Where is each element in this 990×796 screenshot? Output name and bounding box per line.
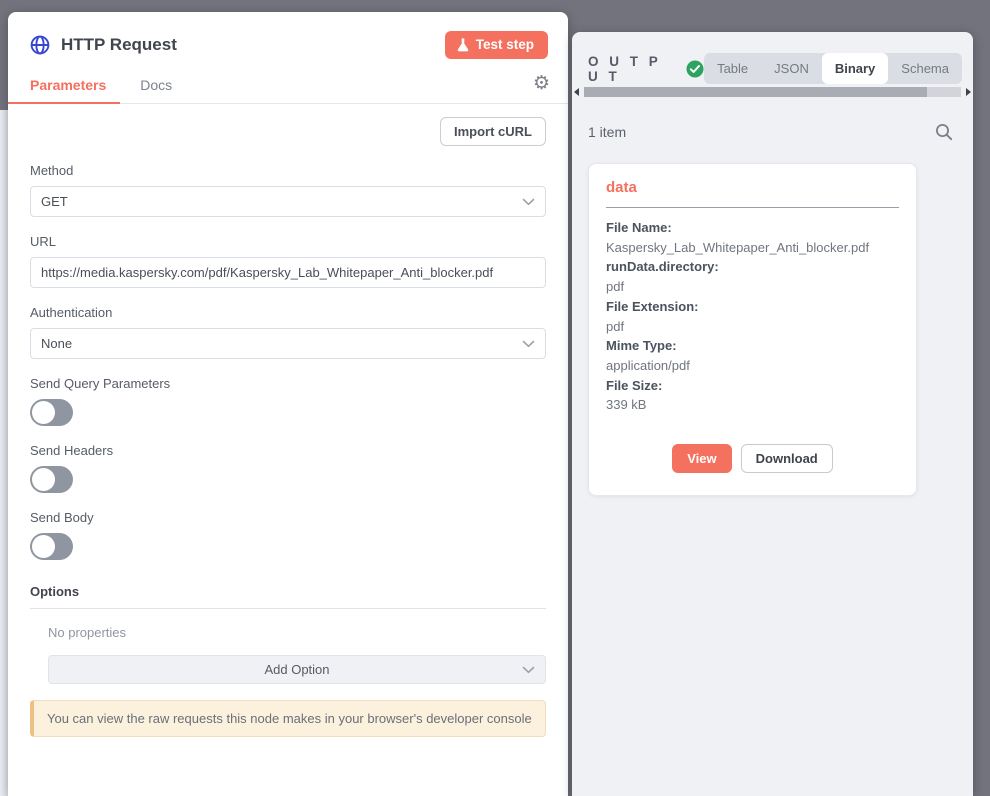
tab-parameters[interactable]: Parameters [30, 75, 106, 93]
test-step-button[interactable]: Test step [445, 31, 548, 59]
method-select[interactable]: GET [30, 186, 546, 217]
chevron-down-icon [522, 666, 535, 674]
send-headers-label: Send Headers [30, 443, 546, 458]
url-input[interactable] [30, 257, 546, 288]
items-count: 1 item [588, 124, 626, 140]
output-view-tabs: Table JSON Binary Schema [704, 53, 962, 84]
send-query-parameters-toggle[interactable] [30, 399, 73, 426]
toggle-knob [32, 535, 55, 558]
send-body-toggle[interactable] [30, 533, 73, 560]
view-button[interactable]: View [672, 444, 731, 473]
active-tab-underline [8, 102, 120, 104]
chevron-down-icon [522, 340, 535, 348]
node-settings-panel: HTTP Request Test step Parameters Docs ⚙… [8, 12, 568, 796]
node-header: HTTP Request Test step Parameters Docs ⚙ [8, 12, 568, 104]
method-label: Method [30, 163, 546, 178]
divider [606, 207, 899, 208]
input-panel-edge [0, 110, 8, 796]
tab-json[interactable]: JSON [761, 53, 822, 84]
no-properties-text: No properties [48, 625, 546, 640]
file-name-label: File Name: [606, 218, 899, 238]
options-heading: Options [30, 584, 546, 609]
search-icon[interactable] [935, 123, 953, 141]
authentication-value: None [41, 336, 72, 351]
send-body-label: Send Body [30, 510, 546, 525]
output-panel: O U T P U T Table JSON Binary Schema 1 i… [572, 32, 973, 796]
tab-schema[interactable]: Schema [888, 53, 962, 84]
scroll-right-arrow-icon[interactable] [966, 88, 971, 96]
method-value: GET [41, 194, 68, 209]
flask-icon [457, 38, 469, 52]
node-tabs: Parameters Docs ⚙ [8, 75, 568, 104]
scrollbar-thumb[interactable] [584, 87, 927, 97]
tab-binary[interactable]: Binary [822, 53, 888, 84]
rundata-directory-label: runData.directory: [606, 257, 899, 277]
file-name-value: Kaspersky_Lab_Whitepaper_Anti_blocker.pd… [606, 238, 899, 258]
authentication-label: Authentication [30, 305, 546, 320]
rundata-directory-value: pdf [606, 277, 899, 297]
toggle-knob [32, 401, 55, 424]
success-check-icon [686, 60, 704, 78]
tab-docs[interactable]: Docs [140, 75, 172, 93]
tab-table[interactable]: Table [704, 53, 761, 84]
file-extension-value: pdf [606, 317, 899, 337]
parameters-form: Import cURL Method GET URL Authenticatio… [8, 104, 568, 737]
send-headers-toggle[interactable] [30, 466, 73, 493]
gear-icon[interactable]: ⚙ [533, 74, 550, 93]
output-title: O U T P U T [588, 54, 680, 84]
test-step-label: Test step [476, 37, 534, 52]
developer-console-notice: You can view the raw requests this node … [30, 700, 546, 737]
url-label: URL [30, 234, 546, 249]
chevron-down-icon [522, 198, 535, 206]
import-curl-button[interactable]: Import cURL [440, 117, 546, 146]
binary-key: data [606, 179, 899, 196]
node-title: HTTP Request [61, 35, 177, 55]
toggle-knob [32, 468, 55, 491]
file-size-value: 339 kB [606, 395, 899, 415]
add-option-label: Add Option [264, 662, 329, 677]
file-size-label: File Size: [606, 376, 899, 396]
authentication-select[interactable]: None [30, 328, 546, 359]
scrollbar-track[interactable] [584, 87, 961, 97]
file-extension-label: File Extension: [606, 297, 899, 317]
add-option-select[interactable]: Add Option [48, 655, 546, 684]
binary-data-card: data File Name: Kaspersky_Lab_Whitepaper… [588, 163, 917, 496]
mime-type-value: application/pdf [606, 356, 899, 376]
globe-icon [30, 35, 50, 55]
mime-type-label: Mime Type: [606, 336, 899, 356]
send-query-parameters-label: Send Query Parameters [30, 376, 546, 391]
download-button[interactable]: Download [741, 444, 833, 473]
horizontal-scrollbar [572, 86, 973, 98]
scroll-left-arrow-icon[interactable] [574, 88, 579, 96]
